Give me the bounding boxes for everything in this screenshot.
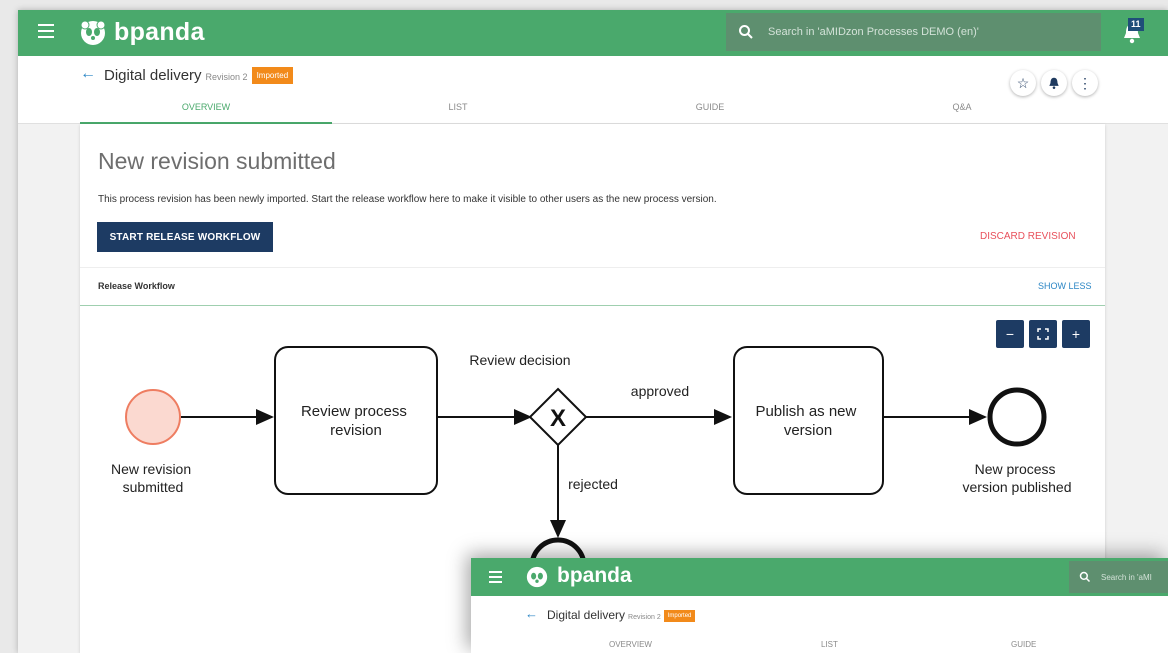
more-menu-button[interactable]: ⋮ — [1072, 70, 1098, 96]
revision-label: Revision 2 — [628, 614, 661, 621]
start-event-circle[interactable] — [125, 389, 181, 445]
search-input[interactable] — [768, 26, 1088, 38]
imported-tag: Imported — [663, 610, 696, 622]
gateway-x-symbol: X — [550, 405, 566, 432]
tab-overview[interactable]: OVERVIEW — [80, 102, 332, 124]
favorite-button[interactable]: ☆ — [1010, 70, 1036, 96]
back-arrow-icon[interactable]: ← — [525, 606, 538, 621]
brand-name[interactable]: bpanda — [114, 18, 205, 47]
search-placeholder: Search in 'aMI — [1101, 572, 1152, 582]
subscribe-button[interactable] — [1041, 70, 1067, 96]
tab-guide[interactable]: GUIDE — [584, 102, 836, 124]
divider — [80, 267, 1105, 268]
process-name: Digital delivery — [547, 608, 626, 622]
page-header: ← Digital delivery Revision 2 Imported OVE… — [18, 56, 1168, 124]
tab-qa[interactable]: Q&A — [836, 102, 1088, 124]
zoom-in-button[interactable]: + — [1062, 320, 1090, 348]
bell-icon — [1049, 77, 1059, 89]
notification-count-badge: 11 — [1128, 18, 1144, 31]
tab-overview[interactable]: OVERVIEW — [609, 640, 652, 649]
overlay-top-bar: bpanda Search in 'aMI — [471, 558, 1168, 596]
end-event-label: New process version published — [963, 461, 1072, 495]
zoom-out-button[interactable]: − — [996, 320, 1024, 348]
fit-screen-icon — [1037, 328, 1049, 340]
end-event-published[interactable] — [987, 387, 1047, 447]
back-arrow-icon[interactable]: ← — [80, 65, 96, 83]
app-window: bpanda 11 ← Digital deliveryRevision 2Im… — [18, 10, 1168, 653]
panda-logo-icon[interactable] — [80, 20, 106, 46]
approved-label: approved — [631, 383, 689, 399]
menu-icon[interactable] — [489, 571, 502, 585]
gateway-label: Review decision — [469, 352, 570, 368]
start-release-workflow-button[interactable]: START RELEASE WORKFLOW — [97, 222, 273, 252]
imported-tag: Imported — [251, 67, 294, 84]
page-title: Digital delivery Revision 2 Imported — [104, 67, 294, 84]
task-publish-as-new-version[interactable] — [733, 346, 884, 495]
top-bar: bpanda 11 — [18, 10, 1168, 56]
search-icon — [739, 25, 753, 39]
card-title: New revision submitted — [98, 148, 336, 174]
card-description: This process revision has been newly imp… — [98, 194, 717, 205]
tab-list[interactable]: LIST — [821, 640, 838, 649]
fit-screen-button[interactable] — [1029, 320, 1057, 348]
page-title: Digital delivery Revision 2 Imported — [547, 608, 696, 622]
search-box[interactable] — [726, 13, 1101, 51]
discard-revision-link[interactable]: DISCARD REVISION — [980, 231, 1076, 242]
more-vert-icon: ⋮ — [1078, 74, 1092, 91]
revision-label: Revision 2 — [205, 72, 248, 82]
tab-guide[interactable]: GUIDE — [1011, 640, 1036, 649]
panda-logo-icon — [526, 566, 548, 588]
process-name: Digital delivery — [104, 67, 202, 84]
overlay-screenshot: bpanda Search in 'aMI ← Digital delivery… — [471, 558, 1168, 653]
overlay-header: ← Digital delivery Revision 2 Imported OVE… — [471, 596, 1168, 653]
tab-list[interactable]: LIST — [332, 102, 584, 124]
zoom-controls: − + — [996, 320, 1090, 348]
show-less-link[interactable]: SHOW LESS — [1038, 281, 1092, 291]
search-icon — [1079, 571, 1091, 583]
brand-name: bpanda — [557, 564, 632, 587]
menu-icon[interactable] — [38, 24, 54, 42]
task-review-process-revision[interactable] — [274, 346, 438, 495]
search-box[interactable]: Search in 'aMI — [1069, 561, 1168, 593]
release-workflow-label: Release Workflow — [98, 281, 175, 291]
star-icon: ☆ — [1016, 74, 1030, 91]
rejected-label: rejected — [568, 476, 618, 492]
start-event-label: New revision submitted — [111, 461, 195, 495]
page-actions: ☆ ⋮ — [1010, 70, 1098, 96]
